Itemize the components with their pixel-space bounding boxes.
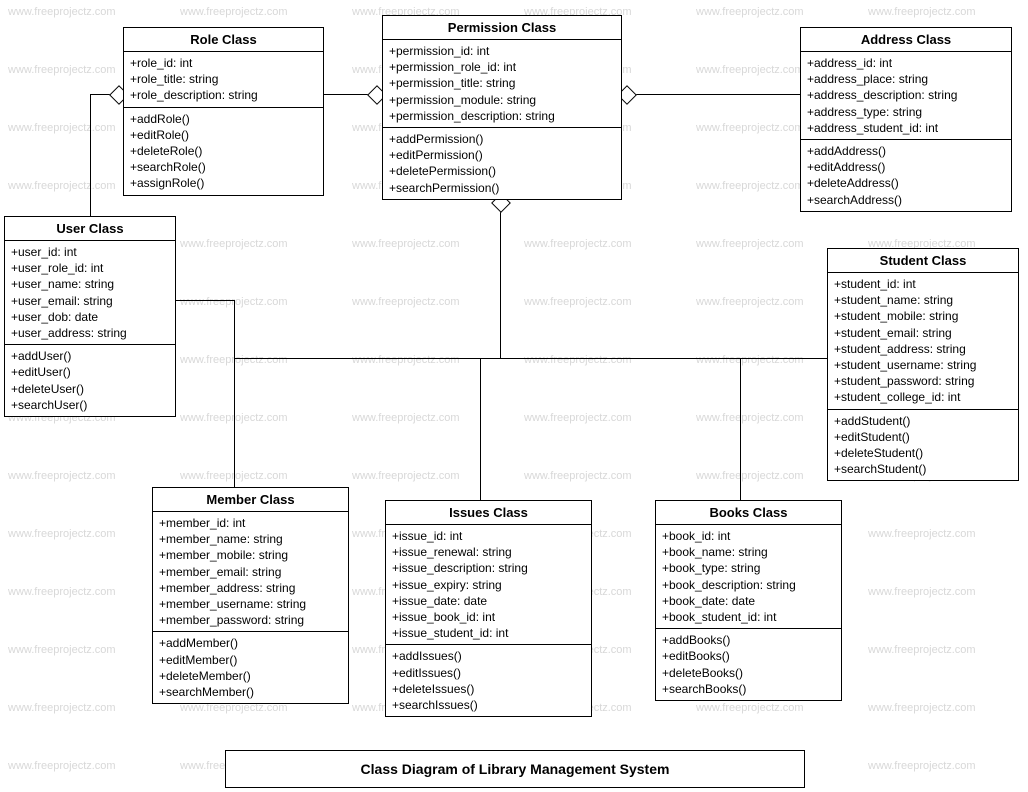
class-attrs: +issue_id: int+issue_renewal: string+iss… xyxy=(386,525,591,645)
connector xyxy=(174,300,234,301)
watermark: www.freeprojectz.com xyxy=(8,528,116,540)
diagram-caption: Class Diagram of Library Management Syst… xyxy=(225,750,805,788)
class-attrs: +permission_id: int+permission_role_id: … xyxy=(383,40,621,128)
class-ops: +addMember()+editMember()+deleteMember()… xyxy=(153,632,348,703)
watermark: www.freeprojectz.com xyxy=(352,354,460,366)
watermark: www.freeprojectz.com xyxy=(524,238,632,250)
watermark: www.freeprojectz.com xyxy=(352,470,460,482)
class-attrs: +address_id: int+address_place: string+a… xyxy=(801,52,1011,140)
connector xyxy=(234,358,828,359)
class-address: Address Class +address_id: int+address_p… xyxy=(800,27,1012,212)
watermark: www.freeprojectz.com xyxy=(696,238,804,250)
class-title: Address Class xyxy=(801,28,1011,52)
class-attrs: +role_id: int+role_title: string+role_de… xyxy=(124,52,323,108)
watermark: www.freeprojectz.com xyxy=(8,702,116,714)
watermark: www.freeprojectz.com xyxy=(8,122,116,134)
watermark: www.freeprojectz.com xyxy=(696,470,804,482)
class-issues: Issues Class +issue_id: int+issue_renewa… xyxy=(385,500,592,717)
class-ops: +addStudent()+editStudent()+deleteStuden… xyxy=(828,410,1018,481)
watermark: www.freeprojectz.com xyxy=(8,644,116,656)
class-attrs: +member_id: int+member_name: string+memb… xyxy=(153,512,348,632)
watermark: www.freeprojectz.com xyxy=(868,702,976,714)
class-attrs: +student_id: int+student_name: string+st… xyxy=(828,273,1018,410)
watermark: www.freeprojectz.com xyxy=(696,412,804,424)
connector xyxy=(500,208,501,358)
watermark: www.freeprojectz.com xyxy=(8,470,116,482)
class-ops: +addIssues()+editIssues()+deleteIssues()… xyxy=(386,645,591,716)
watermark: www.freeprojectz.com xyxy=(352,412,460,424)
class-attrs: +user_id: int+user_role_id: int+user_nam… xyxy=(5,241,175,345)
watermark: www.freeprojectz.com xyxy=(696,122,804,134)
watermark: www.freeprojectz.com xyxy=(8,64,116,76)
watermark: www.freeprojectz.com xyxy=(8,760,116,772)
watermark: www.freeprojectz.com xyxy=(696,354,804,366)
class-user: User Class +user_id: int+user_role_id: i… xyxy=(4,216,176,417)
watermark: www.freeprojectz.com xyxy=(868,760,976,772)
watermark: www.freeprojectz.com xyxy=(352,238,460,250)
connector xyxy=(632,94,800,95)
class-student: Student Class +student_id: int+student_n… xyxy=(827,248,1019,481)
watermark: www.freeprojectz.com xyxy=(696,702,804,714)
watermark: www.freeprojectz.com xyxy=(524,354,632,366)
watermark: www.freeprojectz.com xyxy=(524,412,632,424)
class-title: Permission Class xyxy=(383,16,621,40)
class-title: Student Class xyxy=(828,249,1018,273)
class-attrs: +book_id: int+book_name: string+book_typ… xyxy=(656,525,841,629)
class-books: Books Class +book_id: int+book_name: str… xyxy=(655,500,842,701)
watermark: www.freeprojectz.com xyxy=(180,238,288,250)
class-ops: +addBooks()+editBooks()+deleteBooks()+se… xyxy=(656,629,841,700)
watermark: www.freeprojectz.com xyxy=(180,6,288,18)
connector xyxy=(740,358,741,500)
watermark: www.freeprojectz.com xyxy=(524,296,632,308)
class-permission: Permission Class +permission_id: int+per… xyxy=(382,15,622,200)
class-ops: +addUser()+editUser()+deleteUser()+searc… xyxy=(5,345,175,416)
class-title: User Class xyxy=(5,217,175,241)
watermark: www.freeprojectz.com xyxy=(868,586,976,598)
class-ops: +addPermission()+editPermission()+delete… xyxy=(383,128,621,199)
watermark: www.freeprojectz.com xyxy=(868,6,976,18)
watermark: www.freeprojectz.com xyxy=(696,6,804,18)
watermark: www.freeprojectz.com xyxy=(524,470,632,482)
connector xyxy=(480,358,481,500)
connector xyxy=(234,300,235,487)
watermark: www.freeprojectz.com xyxy=(8,180,116,192)
class-role: Role Class +role_id: int+role_title: str… xyxy=(123,27,324,196)
class-title: Issues Class xyxy=(386,501,591,525)
class-ops: +addAddress()+editAddress()+deleteAddres… xyxy=(801,140,1011,211)
connector xyxy=(90,94,91,216)
class-title: Role Class xyxy=(124,28,323,52)
class-member: Member Class +member_id: int+member_name… xyxy=(152,487,349,704)
watermark: www.freeprojectz.com xyxy=(696,296,804,308)
watermark: www.freeprojectz.com xyxy=(8,6,116,18)
class-title: Books Class xyxy=(656,501,841,525)
watermark: www.freeprojectz.com xyxy=(868,644,976,656)
watermark: www.freeprojectz.com xyxy=(868,528,976,540)
watermark: www.freeprojectz.com xyxy=(352,296,460,308)
watermark: www.freeprojectz.com xyxy=(696,64,804,76)
watermark: www.freeprojectz.com xyxy=(8,586,116,598)
class-title: Member Class xyxy=(153,488,348,512)
class-ops: +addRole()+editRole()+deleteRole()+searc… xyxy=(124,108,323,195)
watermark: www.freeprojectz.com xyxy=(696,180,804,192)
